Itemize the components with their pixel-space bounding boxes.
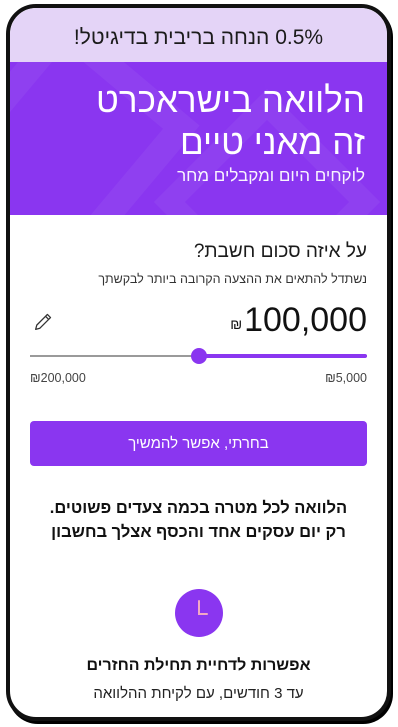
promo-bar: 0.5% הנחה בריבית בדיגיטל! bbox=[10, 8, 387, 62]
currency-symbol: ₪ bbox=[230, 316, 243, 332]
clock-icon bbox=[174, 589, 223, 637]
screen: 0.5% הנחה בריבית בדיגיטל! הלוואה בישראכר… bbox=[10, 8, 387, 717]
hero-banner: הלוואה בישראכרט זה מאני טיים לוקחים היום… bbox=[10, 62, 387, 215]
hero-title: הלוואה בישראכרט זה מאני טיים bbox=[32, 80, 365, 164]
promo-bar-text: 0.5% הנחה בריבית בדיגיטל! bbox=[73, 26, 324, 49]
feature-title: אפשרות לדחיית תחילת החזרים bbox=[86, 657, 311, 674]
pencil-icon[interactable] bbox=[32, 311, 54, 333]
slider-max-label: ₪200,000 bbox=[30, 371, 86, 385]
hero-title-line2: זה מאני טיים bbox=[179, 123, 365, 162]
amount-value[interactable]: ₪100,000 bbox=[230, 301, 367, 340]
amount-row: ₪100,000 bbox=[30, 299, 367, 347]
slider-fill bbox=[198, 354, 367, 358]
hero-title-line1: הלוואה בישראכרט bbox=[96, 81, 365, 120]
amount-number: 100,000 bbox=[244, 301, 367, 339]
phone-frame: 0.5% הנחה בריבית בדיגיטל! הלוואה בישראכר… bbox=[6, 4, 391, 721]
promo-description: הלוואה לכל מטרה בכמה צעדים פשוטים. רק יו… bbox=[49, 499, 348, 541]
continue-button[interactable]: בחרתי, אפשר להמשיך bbox=[30, 421, 367, 466]
feature-deferral: אפשרות לדחיית תחילת החזרים עד 3 חודשים, … bbox=[10, 588, 387, 702]
slider-thumb[interactable] bbox=[190, 348, 207, 364]
amount-question: על איזה סכום חשבת? bbox=[193, 241, 367, 262]
feature-subtitle: עד 3 חודשים, עם לקיחת ההלוואה bbox=[93, 685, 304, 702]
slider-range-labels: ₪5,000 ₪200,000 bbox=[30, 369, 367, 391]
amount-slider[interactable] bbox=[30, 347, 367, 365]
hero-subtitle: לוקחים היום ומקבלים מחר bbox=[177, 166, 365, 185]
amount-hint: נשתדל להתאים את ההצעה הקרובה ביותר לבקשת… bbox=[98, 272, 367, 286]
loan-amount-section: על איזה סכום חשבת? נשתדל להתאים את ההצעה… bbox=[10, 215, 387, 466]
slider-min-label: ₪5,000 bbox=[325, 371, 367, 385]
